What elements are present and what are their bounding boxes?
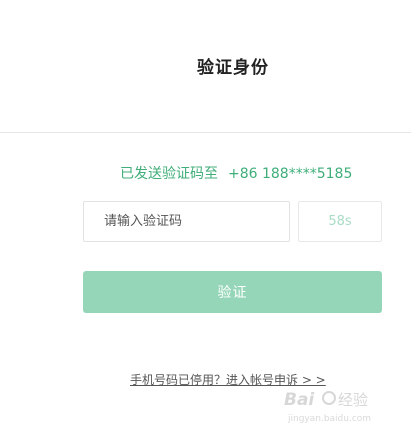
baidu-jingyan-watermark: Bai 经验 jingyan.baidu.com — [284, 390, 371, 424]
code-sent-label: 已发送验证码至 — [120, 166, 218, 182]
header-divider — [0, 132, 411, 133]
verification-code-input[interactable] — [83, 201, 290, 242]
resend-countdown: 58s — [298, 201, 382, 242]
masked-phone-number: +86 188****5185 — [228, 166, 353, 182]
svg-text:jingyan.baidu.com: jingyan.baidu.com — [287, 414, 371, 424]
svg-text:Bai: Bai — [284, 390, 315, 410]
verify-identity-page: 验证身份 已发送验证码至+86 188****5185 58s 验证 手机号码已… — [0, 0, 411, 433]
verify-button[interactable]: 验证 — [83, 271, 382, 313]
code-sent-notice: 已发送验证码至 +86 188****5185 — [120, 163, 352, 183]
svg-text:经验: 经验 — [338, 391, 368, 409]
page-title: 验证身份 — [197, 58, 269, 78]
